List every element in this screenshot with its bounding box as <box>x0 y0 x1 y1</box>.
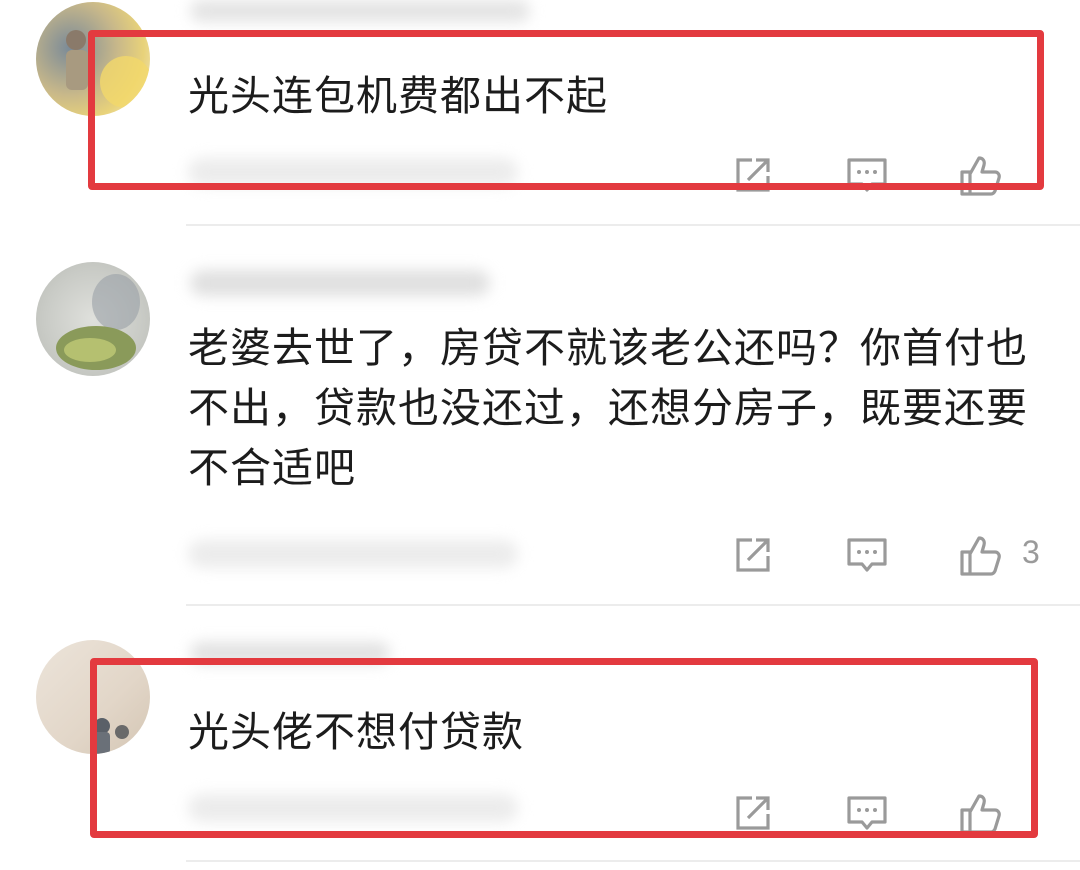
comment-divider <box>186 860 1080 862</box>
username-blurred <box>190 642 390 664</box>
thumbs-up-icon[interactable] <box>958 790 1004 836</box>
avatar-photo-icon <box>94 718 129 754</box>
comment-text: 光头佬不想付贷款 <box>188 708 524 756</box>
share-icon[interactable] <box>730 790 776 836</box>
comment-item: 光头佬不想付贷款 <box>0 0 1080 870</box>
reply-comment-icon[interactable] <box>844 790 890 836</box>
user-avatar[interactable] <box>36 640 150 754</box>
comment-meta-blurred <box>188 794 518 822</box>
